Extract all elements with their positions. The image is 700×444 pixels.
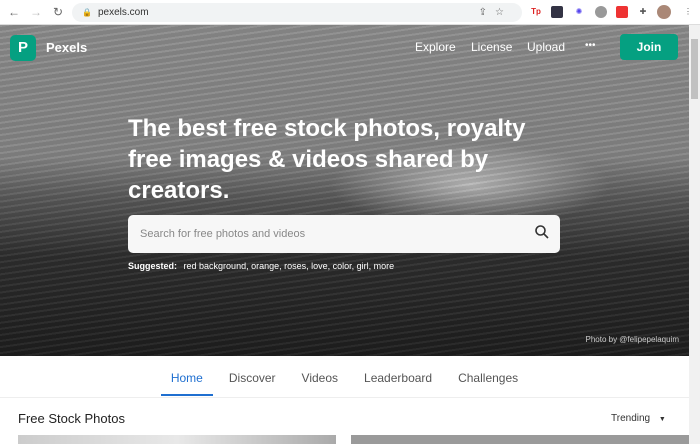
join-button[interactable]: Join [620,34,678,60]
back-icon[interactable]: ← [6,5,22,19]
suggested-searches: Suggested: red background, orange, roses… [128,261,394,271]
profile-avatar[interactable] [657,5,671,19]
tab-videos[interactable]: Videos [289,356,351,397]
kebab-menu-icon[interactable]: ⋮ [682,6,694,18]
forward-icon[interactable]: → [28,5,44,19]
nav-license[interactable]: License [471,40,512,54]
tab-discover[interactable]: Discover [216,356,289,397]
suggested-label: Suggested: [128,261,178,271]
hero-title: The best free stock photos, royalty free… [128,115,526,204]
puzzle-icon[interactable]: ✚ [637,6,649,18]
pexels-logo[interactable]: P [10,35,36,61]
sort-dropdown[interactable]: Trending ▼ [611,413,666,424]
scrollbar[interactable] [689,25,700,444]
tab-leaderboard[interactable]: Leaderboard [351,356,445,397]
section-title: Free Stock Photos [18,411,125,426]
brand-name[interactable]: Pexels [46,40,87,55]
share-star-icons[interactable]: ⇪☆ [479,7,512,18]
hero-banner: P Pexels Explore License Upload ••• Join… [0,25,689,356]
lock-icon: 🔒 [82,8,92,17]
photo-thumbnail[interactable] [18,435,336,444]
browser-toolbar: ← → ↻ 🔒 pexels.com ⇪☆ Tp ✺ ✚ ⋮ [0,0,700,25]
extension-circle-icon[interactable] [595,6,607,18]
scrollbar-thumb[interactable] [691,39,698,99]
sort-label: Trending [611,413,651,424]
search-icon[interactable] [534,224,550,240]
extension-gear-icon[interactable]: ✺ [573,6,585,18]
suggested-links[interactable]: red background, orange, roses, love, col… [184,261,395,271]
tab-challenges[interactable]: Challenges [445,356,531,397]
photo-credit[interactable]: Photo by @felipepelaquim [585,335,679,344]
caret-down-icon: ▼ [658,416,666,423]
url-text: pexels.com [97,7,149,18]
more-icon[interactable]: ••• [585,40,596,51]
address-bar[interactable]: 🔒 pexels.com ⇪☆ [72,3,522,22]
tab-home[interactable]: Home [158,356,216,397]
photo-thumbnail[interactable] [351,435,689,444]
nav-explore[interactable]: Explore [415,40,456,54]
extension-red-icon[interactable] [616,6,628,18]
search-placeholder: Search for free photos and videos [140,228,306,240]
search-input[interactable]: Search for free photos and videos [128,215,560,253]
reload-icon[interactable]: ↻ [50,5,66,19]
nav-upload[interactable]: Upload [527,40,565,54]
extension-tp-icon[interactable]: Tp [530,6,542,18]
extension-icon[interactable] [551,6,563,18]
section-tabs: Home Discover Videos Leaderboard Challen… [0,356,689,398]
